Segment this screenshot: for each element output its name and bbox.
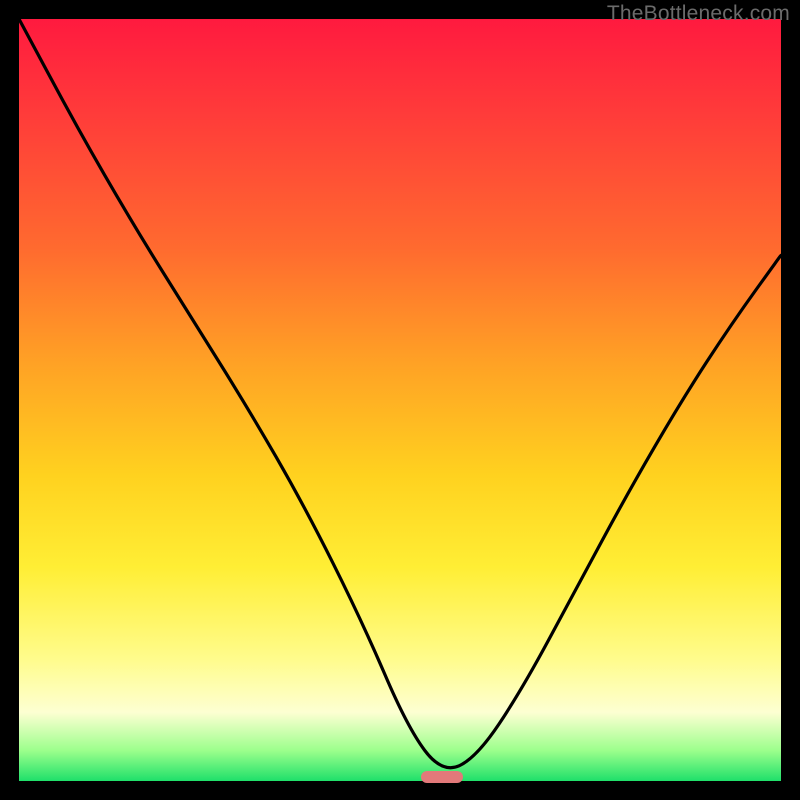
watermark-text: TheBottleneck.com [607, 2, 790, 26]
bottleneck-curve [19, 19, 781, 781]
min-marker [421, 771, 463, 783]
chart-frame: TheBottleneck.com [0, 0, 800, 800]
plot-area [19, 19, 781, 781]
